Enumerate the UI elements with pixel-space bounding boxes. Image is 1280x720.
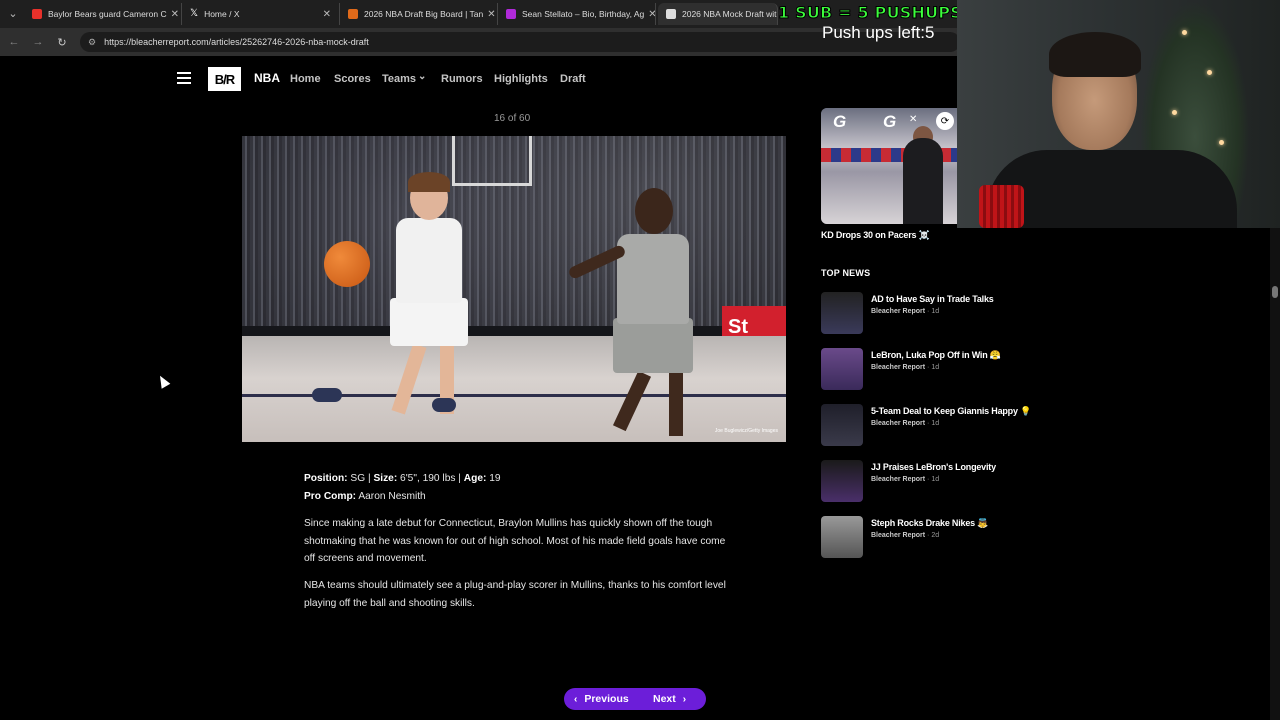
list-item[interactable]: AD to Have Say in Trade Talks Bleacher R… — [821, 292, 1041, 336]
br-logo[interactable]: B/R — [208, 67, 241, 91]
news-title[interactable]: AD to Have Say in Trade Talks — [871, 294, 994, 304]
nav-draft[interactable]: Draft — [560, 73, 586, 85]
news-thumbnail — [821, 348, 863, 390]
slide-counter: 16 of 60 — [494, 113, 531, 124]
browser-tab[interactable]: Baylor Bears guard Cameron C ✕ — [24, 3, 182, 25]
news-thumbnail — [821, 292, 863, 334]
news-meta: Bleacher Report · 1d — [871, 308, 940, 315]
news-title[interactable]: Steph Rocks Drake Nikes 👼 — [871, 518, 988, 529]
list-item[interactable]: 5-Team Deal to Keep Giannis Happy 💡 Blea… — [821, 404, 1041, 448]
list-item[interactable]: LeBron, Luka Pop Off in Win 😤 Bleacher R… — [821, 348, 1041, 392]
close-icon[interactable]: ✕ — [909, 114, 917, 125]
site-navbar: B/R NBA Home Scores Teams ⌄ Rumors Highl… — [0, 56, 957, 102]
tankathon-icon — [348, 9, 358, 19]
top-news-heading: TOP NEWS — [821, 268, 871, 278]
close-icon[interactable]: ✕ — [319, 9, 331, 20]
video-player[interactable]: G G ✕ ⟳ — [821, 108, 957, 224]
nav-teams[interactable]: Teams — [382, 73, 416, 85]
site-icon — [506, 9, 516, 19]
forward-icon[interactable]: → — [30, 34, 46, 50]
hero-image: St Joe Buglewicz/Getty Images — [242, 136, 786, 442]
close-icon[interactable]: ✕ — [167, 9, 179, 20]
sub-pushup-overlay: 1 SUB = 5 PUSHUPS — [778, 3, 963, 23]
close-icon[interactable]: ✕ — [483, 9, 495, 20]
nav-home[interactable]: Home — [290, 73, 321, 85]
gatorade-logo: G — [833, 112, 847, 131]
chevron-right-icon: › — [682, 693, 687, 705]
browser-tab[interactable]: 𝕏 Home / X ✕ — [182, 3, 340, 25]
news-meta: Bleacher Report · 1d — [871, 476, 940, 483]
chevron-down-icon[interactable]: ⌄ — [418, 71, 426, 82]
news-meta: Bleacher Report · 1d — [871, 364, 940, 371]
close-icon[interactable]: ✕ — [644, 9, 655, 20]
site-info-icon[interactable]: ⚙ — [88, 37, 96, 48]
tab-label: 2026 NBA Draft Big Board | Tan — [364, 9, 484, 19]
league-label[interactable]: NBA — [254, 71, 280, 85]
previous-button[interactable]: ‹ Previous — [564, 688, 640, 710]
youtube-icon — [32, 9, 42, 19]
video-title[interactable]: KD Drops 30 on Pacers ☠️ — [821, 230, 930, 241]
page-scrollbar[interactable] — [1270, 228, 1280, 720]
news-thumbnail — [821, 516, 863, 558]
menu-icon[interactable] — [177, 72, 191, 84]
browser-tab-active[interactable]: 2026 NBA Mock Draft with — [658, 3, 778, 25]
tab-label: Baylor Bears guard Cameron C — [48, 9, 167, 19]
reload-icon[interactable]: ↻ — [54, 34, 70, 50]
webcam-feed — [957, 0, 1280, 228]
article-paragraph: Since making a late debut for Connecticu… — [304, 518, 726, 564]
tab-label: Home / X — [204, 9, 240, 19]
tab-search-chevron-icon[interactable]: ⌄ — [4, 4, 22, 22]
news-title[interactable]: 5-Team Deal to Keep Giannis Happy 💡 — [871, 406, 1031, 417]
bleacher-report-icon — [666, 9, 676, 19]
list-item[interactable]: JJ Praises LeBron's Longevity Bleacher R… — [821, 460, 1041, 504]
x-logo-icon: 𝕏 — [190, 8, 199, 19]
replay-icon[interactable]: ⟳ — [936, 112, 954, 130]
chevron-left-icon: ‹ — [574, 693, 578, 705]
gatorade-logo: G — [883, 112, 897, 131]
player-details: Position: SG | Size: 6'5", 190 lbs | Age… — [304, 470, 734, 505]
photo-credit: Joe Buglewicz/Getty Images — [714, 428, 778, 434]
basketball — [324, 241, 370, 287]
url-text: https://bleacherreport.com/articles/2526… — [104, 37, 369, 47]
news-meta: Bleacher Report · 1d — [871, 420, 940, 427]
list-item[interactable]: Steph Rocks Drake Nikes 👼 Bleacher Repor… — [821, 516, 1041, 560]
next-button[interactable]: Next › — [640, 688, 706, 710]
nav-rumors[interactable]: Rumors — [441, 73, 483, 85]
nav-scores[interactable]: Scores — [334, 73, 371, 85]
news-title[interactable]: LeBron, Luka Pop Off in Win 😤 — [871, 350, 1001, 361]
pushups-left-overlay: Push ups left:5 — [822, 23, 935, 42]
nav-highlights[interactable]: Highlights — [494, 73, 548, 85]
news-thumbnail — [821, 404, 863, 446]
browser-tab[interactable]: 2026 NBA Draft Big Board | Tan ✕ — [340, 3, 498, 25]
back-icon[interactable]: ← — [6, 34, 22, 50]
browser-tab[interactable]: Sean Stellato – Bio, Birthday, Ag ✕ — [498, 3, 656, 25]
mouse-cursor-icon — [155, 373, 171, 389]
pro-comp-line: Pro Comp: Aaron Nesmith — [304, 490, 426, 502]
scrollbar-thumb[interactable] — [1272, 286, 1278, 298]
news-title[interactable]: JJ Praises LeBron's Longevity — [871, 462, 996, 472]
tab-label: Sean Stellato – Bio, Birthday, Ag — [522, 9, 645, 19]
article-paragraph: NBA teams should ultimately see a plug-a… — [304, 580, 726, 609]
news-meta: Bleacher Report · 2d — [871, 532, 940, 539]
position-line: Position: SG | Size: 6'5", 190 lbs | Age… — [304, 473, 501, 484]
news-thumbnail — [821, 460, 863, 502]
tab-label: 2026 NBA Mock Draft with — [682, 9, 778, 19]
